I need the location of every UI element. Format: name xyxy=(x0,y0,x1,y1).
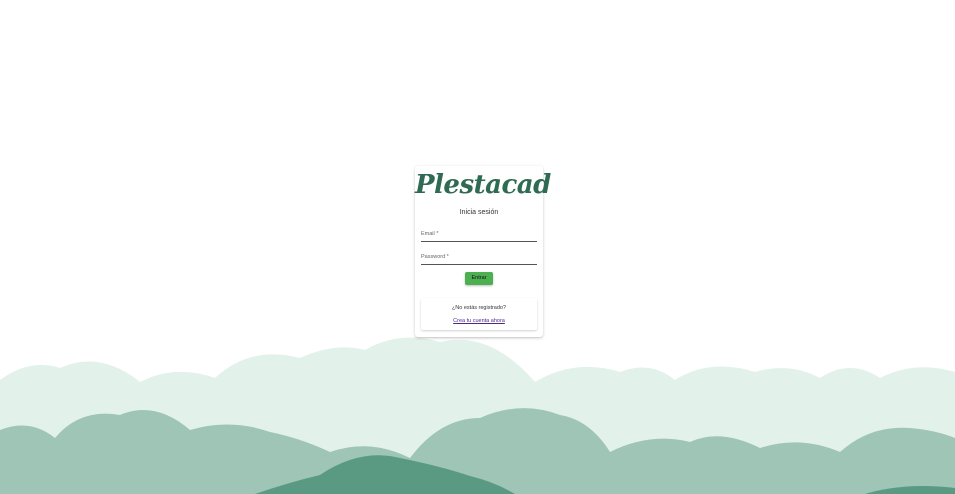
register-box: ¿No estás registrado? Crea tu cuenta aho… xyxy=(421,298,537,330)
login-card: Plestacad Inicia sesión Email * Password… xyxy=(415,166,551,337)
brand-logo: Plestacad xyxy=(415,170,551,200)
login-submit-button[interactable]: Entrar xyxy=(465,272,493,285)
login-page: Plestacad Inicia sesión Email * Password… xyxy=(0,0,955,494)
email-input[interactable] xyxy=(421,229,537,241)
login-subtitle: Inicia sesión xyxy=(459,209,499,216)
register-question: ¿No estás registrado? xyxy=(451,305,507,311)
password-input[interactable] xyxy=(421,252,537,264)
password-field[interactable]: Password * xyxy=(421,252,537,265)
register-link[interactable]: Crea tu cuenta ahora xyxy=(421,318,537,324)
email-field[interactable]: Email * xyxy=(421,229,537,242)
